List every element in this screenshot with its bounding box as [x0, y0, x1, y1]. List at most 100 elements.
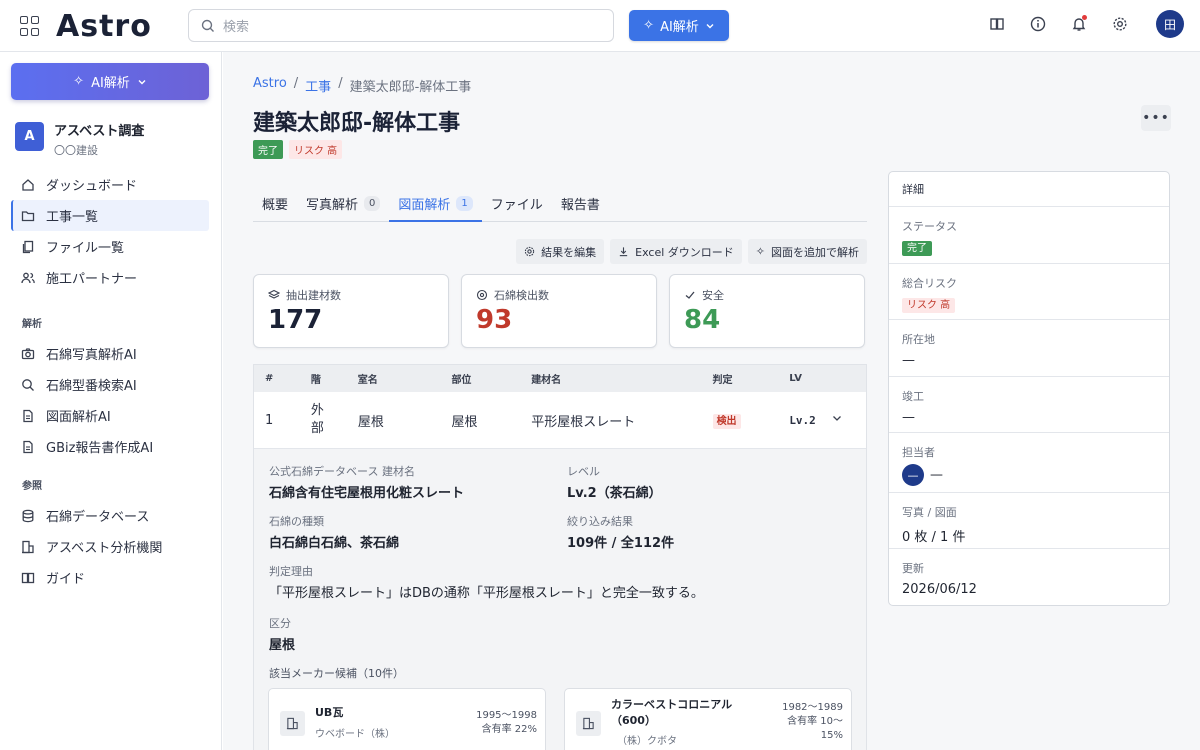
tab-label: 写真解析	[306, 198, 359, 213]
sidebar-item-partners[interactable]: 施工パートナー	[11, 262, 209, 293]
cell-room: 屋根	[357, 414, 384, 430]
breadcrumb: Astro / 工事 / 建築太郎邸-解体工事	[253, 76, 471, 95]
excel-download-label: Excel ダウンロード	[635, 245, 734, 259]
home-icon	[22, 178, 34, 191]
sidebar-item-guide[interactable]: ガイド	[11, 562, 209, 593]
cell-material: 平形屋根スレート	[531, 414, 636, 430]
sidebar-ai-analysis-button[interactable]: ✧ AI解析	[11, 63, 209, 100]
check-icon	[685, 291, 695, 299]
panel-row-risk: 総合リスク リスク 高	[889, 264, 1169, 320]
maker-card[interactable]: UB瓦 ウベボード（株） 1995〜1998 含有率 22%	[268, 688, 546, 750]
risk-badge: リスク 高	[289, 140, 343, 159]
edit-results-button[interactable]: 結果を編集	[516, 239, 605, 264]
chevron-down-icon	[138, 79, 146, 84]
more-options-button[interactable]: •••	[1141, 105, 1171, 131]
gear-icon	[524, 246, 535, 257]
panel-label: 担当者	[902, 446, 935, 459]
col-header[interactable]: 階	[297, 371, 344, 386]
excel-download-button[interactable]: Excel ダウンロード	[610, 239, 742, 264]
nav-reference: 参照 石綿データベース アスベスト分析機関 ガイド	[11, 475, 209, 593]
owner-name: —	[930, 467, 943, 483]
cell-level: Lv.2	[789, 413, 816, 427]
sidebar-item-drawing-ai[interactable]: 図面解析AI	[11, 400, 209, 431]
filter-result-label: 絞り込み結果	[567, 515, 633, 528]
building-icon	[576, 711, 601, 736]
panel-row-photos: 写真 / 図面 0 枚 / 1 件	[889, 493, 1169, 549]
stat-value: 177	[268, 305, 323, 335]
breadcrumb-root[interactable]: Astro	[253, 76, 287, 95]
stat-value: 84	[684, 305, 721, 335]
sidebar-item-label: 石綿写真解析AI	[46, 348, 137, 363]
panel-value: 2026/06/12	[902, 582, 977, 597]
download-icon	[619, 247, 628, 257]
building-icon	[22, 540, 34, 553]
nav-analysis: 解析 石綿写真解析AI 石綿型番検索AI 図面解析AI GBiz報告書作成AI	[11, 313, 209, 462]
level-label: レベル	[567, 465, 600, 478]
sidebar-item-label: 図面解析AI	[46, 410, 111, 425]
sidebar-item-asbestos-db[interactable]: 石綿データベース	[11, 500, 209, 531]
document-icon	[23, 409, 33, 422]
owner-avatar: —	[902, 464, 924, 486]
sidebar-item-gbiz-ai[interactable]: GBiz報告書作成AI	[11, 431, 209, 462]
search-input[interactable]: 検索	[188, 9, 614, 42]
col-header[interactable]: #	[254, 373, 297, 384]
nav-section-analysis: 解析	[22, 318, 42, 330]
sidebar-item-label: 石綿型番検索AI	[46, 379, 137, 394]
folder-icon	[21, 210, 35, 221]
row-detail: 公式石綿データベース 建材名 石綿含有住宅屋根用化粧スレート レベル Lv.2（…	[254, 449, 866, 750]
col-header[interactable]: 判定	[699, 371, 776, 386]
search-icon	[22, 378, 34, 391]
expand-row-button[interactable]	[831, 412, 866, 428]
stat-card-safe: 安全 84	[669, 274, 865, 348]
panel-label: 写真 / 図面	[902, 506, 957, 519]
book-icon[interactable]	[986, 14, 1007, 35]
app-logo[interactable]: Astro	[56, 9, 152, 44]
tab-count: 0	[364, 196, 381, 211]
result-badge: 検出	[712, 414, 741, 429]
user-avatar[interactable]: 田	[1156, 10, 1184, 38]
breadcrumb-projects[interactable]: 工事	[305, 76, 331, 95]
table-header: # 階 室名 部位 建材名 判定 LV	[254, 365, 866, 392]
sidebar-ai-label: AI解析	[91, 76, 130, 91]
sidebar-item-photo-ai[interactable]: 石綿写真解析AI	[11, 338, 209, 369]
sparkle-icon: ✧	[755, 245, 765, 258]
ai-analysis-label: AI解析	[660, 20, 699, 35]
col-header[interactable]: 室名	[344, 371, 438, 386]
tab-label: 報告書	[560, 198, 600, 213]
gear-icon[interactable]	[1109, 14, 1130, 35]
add-drawing-button[interactable]: ✧ 図面を追加で解析	[747, 239, 867, 264]
table-row[interactable]: 1 外部 屋根 屋根 平形屋根スレート 検出 Lv.2	[254, 392, 866, 449]
maker-rate: 含有率 10〜15%	[787, 716, 843, 741]
sidebar-item-label: 工事一覧	[46, 210, 99, 225]
app-grid-icon[interactable]	[20, 16, 40, 36]
sidebar-item-label: 石綿データベース	[46, 510, 150, 525]
sidebar-item-dashboard[interactable]: ダッシュボード	[11, 169, 209, 200]
camera-icon	[21, 347, 35, 359]
sidebar-item-model-search-ai[interactable]: 石綿型番検索AI	[11, 369, 209, 400]
org-switcher[interactable]: A アスベスト調査 〇〇建設	[15, 120, 144, 158]
sidebar-item-files[interactable]: ファイル一覧	[11, 231, 209, 262]
maker-company: （株）クボタ	[617, 736, 677, 747]
col-header[interactable]: 部位	[437, 371, 517, 386]
search-placeholder: 検索	[223, 20, 250, 35]
breadcrumb-sep: /	[293, 76, 299, 91]
col-header[interactable]: LV	[775, 373, 831, 384]
category-label: 区分	[269, 617, 291, 630]
info-icon[interactable]	[1027, 14, 1048, 35]
org-badge: A	[15, 122, 44, 151]
col-header[interactable]: 建材名	[517, 371, 698, 386]
cell-part: 屋根	[451, 414, 478, 430]
tab-files[interactable]: ファイル	[482, 194, 552, 222]
bell-icon[interactable]	[1068, 14, 1089, 35]
tab-drawing-analysis[interactable]: 図面解析 1	[389, 194, 482, 222]
maker-card[interactable]: カラーベストコロニアル（600） （株）クボタ 1982〜1989 含有率 10…	[564, 688, 852, 750]
sidebar-item-labs[interactable]: アスベスト分析機関	[11, 531, 209, 562]
sidebar-item-projects[interactable]: 工事一覧	[11, 200, 209, 231]
tab-report[interactable]: 報告書	[552, 194, 609, 222]
ai-analysis-button[interactable]: ✧ AI解析	[629, 10, 729, 41]
tab-overview[interactable]: 概要	[253, 194, 297, 222]
maker-years: 1982〜1989	[782, 702, 843, 713]
maker-years: 1995〜1998	[476, 710, 537, 721]
tab-photo-analysis[interactable]: 写真解析 0	[297, 194, 389, 222]
maker-name: カラーベストコロニアル（600）	[611, 698, 733, 727]
